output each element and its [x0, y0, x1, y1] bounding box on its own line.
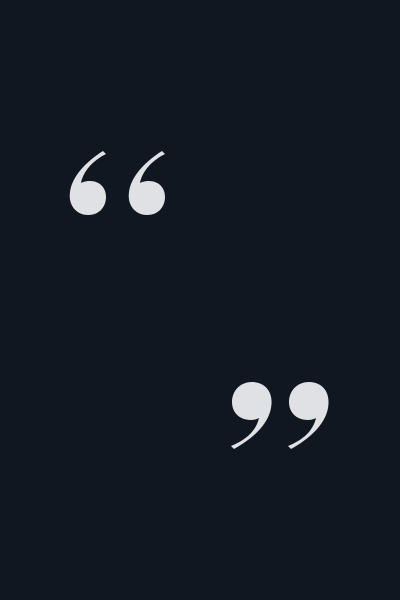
closing-quote-right-glyph — [288, 382, 329, 449]
opening-quote-left-glyph — [69, 151, 106, 215]
opening-quote-right-glyph — [128, 151, 165, 215]
closing-quote-left-glyph — [231, 382, 272, 449]
opening-double-quote-icon — [69, 151, 165, 215]
quote-graphic-canvas — [0, 0, 400, 600]
closing-double-quote-icon — [231, 382, 329, 449]
